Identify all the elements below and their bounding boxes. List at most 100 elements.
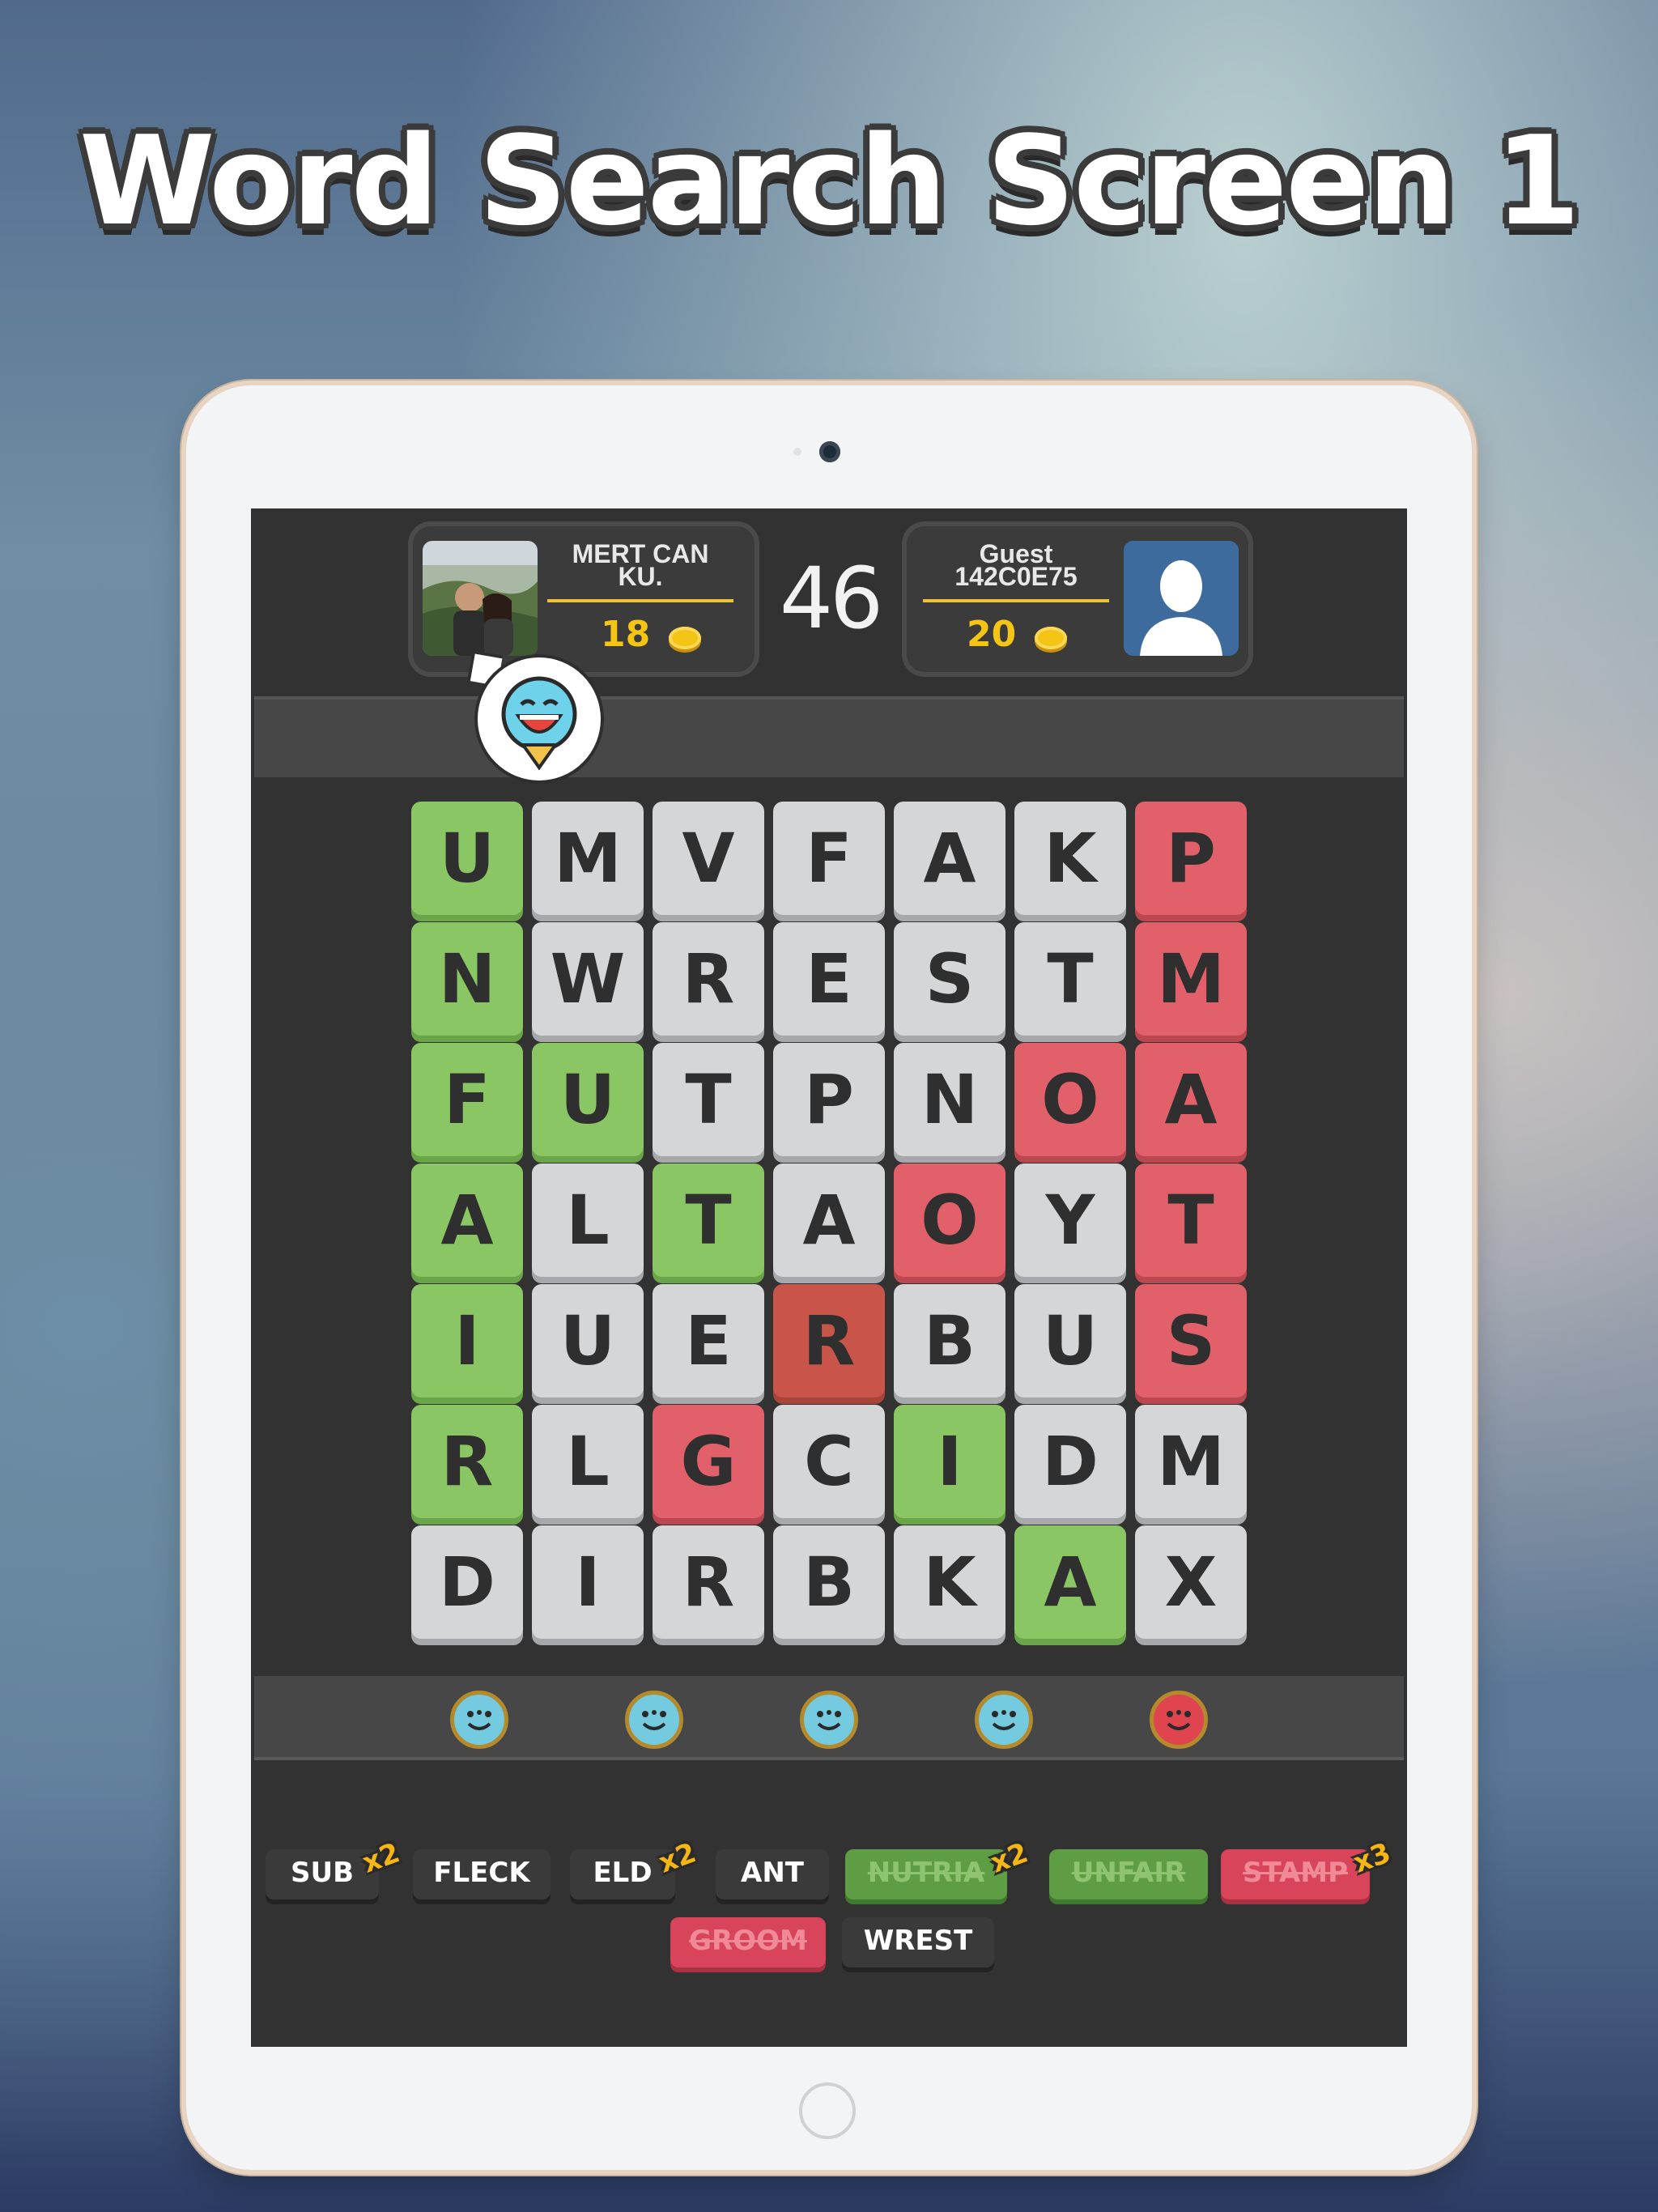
letter-tile[interactable]: A xyxy=(1135,1043,1247,1156)
word-chip: STAMP x3 xyxy=(1221,1836,1395,1899)
player-1-photo xyxy=(423,541,538,656)
player-1-name: MERT CAN KU. xyxy=(572,539,709,591)
coin-icon xyxy=(1035,627,1067,649)
word-multiplier-badge: x2 xyxy=(986,1836,1033,1880)
letter-tile[interactable]: B xyxy=(773,1525,885,1639)
letter-tile[interactable]: B xyxy=(894,1284,1005,1397)
word-chip: NUTRIA x2 xyxy=(845,1836,1032,1899)
letter-tile[interactable]: A xyxy=(894,802,1005,915)
word-chip: ANT xyxy=(716,1849,829,1899)
letter-tile[interactable]: S xyxy=(894,922,1005,1036)
letter-tile[interactable]: E xyxy=(653,1284,764,1397)
word-label: NUTRIA xyxy=(867,1857,985,1889)
letter-tile[interactable]: O xyxy=(1014,1043,1126,1156)
sent-reaction-bubble xyxy=(474,654,604,784)
reaction-strip-top xyxy=(254,696,1404,777)
letter-tile[interactable]: R xyxy=(653,1525,764,1639)
laughing-emoji-icon[interactable] xyxy=(450,1691,508,1749)
letter-tile[interactable]: M xyxy=(1135,922,1247,1036)
word-label: UNFAIR xyxy=(1071,1857,1186,1889)
player-1-avatar xyxy=(423,541,538,656)
letter-tile[interactable]: E xyxy=(773,922,885,1036)
home-button[interactable] xyxy=(799,2082,856,2139)
letter-tile[interactable]: T xyxy=(1135,1163,1247,1277)
word-label: ELD xyxy=(593,1857,653,1889)
letter-tile[interactable]: L xyxy=(532,1405,644,1518)
letter-tile[interactable]: D xyxy=(411,1525,523,1639)
default-user-icon xyxy=(1124,541,1239,656)
letter-tile[interactable]: K xyxy=(894,1525,1005,1639)
coin-icon xyxy=(669,627,701,649)
letter-tile[interactable]: X xyxy=(1135,1525,1247,1639)
round-timer: 46 xyxy=(779,549,883,648)
letter-tile[interactable]: T xyxy=(653,1163,764,1277)
letter-tile[interactable]: F xyxy=(773,802,885,915)
letter-tile[interactable]: M xyxy=(532,802,644,915)
letter-tile[interactable]: R xyxy=(411,1405,523,1518)
letter-tile[interactable]: U xyxy=(532,1284,644,1397)
player-card-1: MERT CAN KU. 18 xyxy=(408,521,759,677)
letter-tile[interactable]: T xyxy=(653,1043,764,1156)
player-2-score: 20 xyxy=(967,614,1017,655)
laughing-emoji-icon xyxy=(501,676,577,771)
player-2-divider xyxy=(923,599,1109,602)
player-1-score: 18 xyxy=(601,614,651,655)
crying-emoji-icon[interactable] xyxy=(975,1691,1033,1749)
word-chip: WREST xyxy=(842,1917,994,1967)
letter-tile[interactable]: L xyxy=(532,1163,644,1277)
player-1-divider xyxy=(547,599,733,602)
letter-tile[interactable]: F xyxy=(411,1043,523,1156)
letter-tile[interactable]: I xyxy=(532,1525,644,1639)
letter-tile[interactable]: A xyxy=(1014,1525,1126,1639)
letter-tile[interactable]: V xyxy=(653,802,764,915)
letter-tile[interactable]: K xyxy=(1014,802,1126,915)
letter-tile[interactable]: R xyxy=(653,922,764,1036)
front-sensor xyxy=(793,448,801,456)
letter-tile[interactable]: S xyxy=(1135,1284,1247,1397)
angry-emoji-icon[interactable] xyxy=(1150,1691,1208,1749)
word-label: WREST xyxy=(863,1925,973,1957)
word-multiplier-badge: x2 xyxy=(654,1836,701,1880)
letter-tile[interactable]: U xyxy=(1014,1284,1126,1397)
letter-tile[interactable]: P xyxy=(773,1043,885,1156)
word-label: STAMP xyxy=(1242,1857,1349,1889)
word-multiplier-badge: x3 xyxy=(1349,1836,1396,1880)
letter-tile[interactable]: A xyxy=(773,1163,885,1277)
word-chip: GROOM xyxy=(670,1917,826,1967)
letter-tile[interactable]: M xyxy=(1135,1405,1247,1518)
letter-tile[interactable]: D xyxy=(1014,1405,1126,1518)
word-label: SUB xyxy=(290,1857,354,1889)
letter-tile[interactable]: W xyxy=(532,922,644,1036)
letter-tile[interactable]: R xyxy=(773,1284,885,1397)
letter-tile[interactable]: O xyxy=(894,1163,1005,1277)
letter-tile[interactable]: U xyxy=(411,802,523,915)
letter-tile[interactable]: N xyxy=(411,922,523,1036)
surprised-emoji-icon[interactable] xyxy=(800,1691,858,1749)
word-chip: ELD x2 xyxy=(570,1836,700,1899)
letter-tile[interactable]: P xyxy=(1135,802,1247,915)
letter-tile[interactable]: I xyxy=(894,1405,1005,1518)
player-card-2: Guest 142C0E75 20 xyxy=(902,521,1253,677)
headline: Word Search Screen 1 xyxy=(79,109,1580,253)
word-chip: UNFAIR xyxy=(1049,1849,1208,1899)
word-label: FLECK xyxy=(433,1857,530,1889)
player-2-name: Guest 142C0E75 xyxy=(954,539,1078,591)
game-screen: MERT CAN KU. 18 46 Guest 142C0E75 20 U M… xyxy=(251,508,1407,2047)
letter-tile[interactable]: C xyxy=(773,1405,885,1518)
letter-tile[interactable]: U xyxy=(532,1043,644,1156)
word-label: ANT xyxy=(741,1857,804,1889)
player-2-avatar xyxy=(1124,541,1239,656)
letter-tile[interactable]: I xyxy=(411,1284,523,1397)
letter-tile[interactable]: N xyxy=(894,1043,1005,1156)
letter-tile[interactable]: T xyxy=(1014,922,1126,1036)
front-camera xyxy=(819,441,840,462)
cool-sunglasses-emoji-icon[interactable] xyxy=(625,1691,683,1749)
word-multiplier-badge: x2 xyxy=(358,1836,405,1880)
letter-tile[interactable]: A xyxy=(411,1163,523,1277)
letter-grid[interactable]: UMVFAKPNWRESTMFUTPNOAALTAOYTIUERBUSRLGCI… xyxy=(411,802,1253,1644)
word-chip: SUB x2 xyxy=(266,1836,404,1899)
word-chip: FLECK xyxy=(413,1849,551,1899)
word-label: GROOM xyxy=(689,1925,807,1957)
letter-tile[interactable]: Y xyxy=(1014,1163,1126,1277)
letter-tile[interactable]: G xyxy=(653,1405,764,1518)
